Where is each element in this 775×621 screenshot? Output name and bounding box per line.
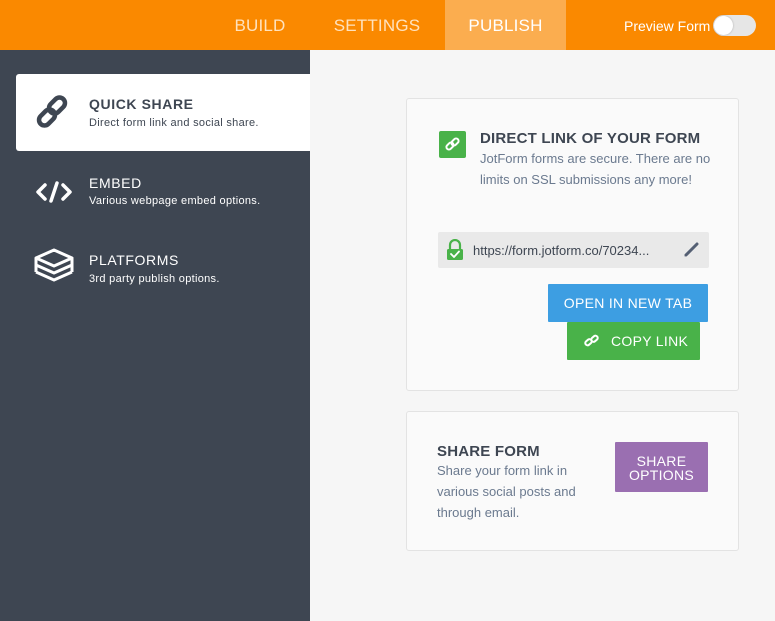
sidebar-item-description: Various webpage embed options.	[89, 195, 261, 207]
sidebar-item-platforms[interactable]: PLATFORMS 3rd party publish options.	[16, 234, 310, 311]
layers-icon	[34, 248, 74, 282]
sidebar-item-title: EMBED	[89, 175, 142, 191]
copy-link-button[interactable]: COPY LINK	[567, 322, 700, 360]
chain-link-icon	[439, 131, 466, 158]
tab-publish[interactable]: PUBLISH	[445, 0, 566, 50]
open-in-new-tab-button[interactable]: OPEN IN NEW TAB	[548, 284, 708, 322]
direct-link-heading: DIRECT LINK OF YOUR FORM	[480, 130, 701, 147]
sidebar-item-title: QUICK SHARE	[89, 96, 194, 112]
link-icon	[36, 95, 68, 128]
sidebar: QUICK SHARE Direct form link and social …	[0, 50, 310, 621]
share-options-button[interactable]: SHARE OPTIONS	[615, 442, 708, 492]
share-form-card: SHARE FORM Share your form link in vario…	[406, 411, 739, 551]
preview-form-toggle[interactable]	[713, 15, 756, 36]
preview-form-label: Preview Form	[624, 18, 711, 34]
top-bar: BUILD SETTINGS PUBLISH Preview Form	[0, 0, 775, 50]
sidebar-item-title: PLATFORMS	[89, 252, 179, 268]
direct-link-description: JotForm forms are secure. There are no l…	[480, 151, 711, 187]
form-url-text: https://form.jotform.co/70234...	[473, 243, 650, 258]
sidebar-item-description: 3rd party publish options.	[89, 273, 220, 285]
tab-settings[interactable]: SETTINGS	[325, 0, 429, 50]
direct-link-card: DIRECT LINK OF YOUR FORM JotForm forms a…	[406, 98, 739, 391]
toggle-knob	[714, 16, 733, 35]
share-form-description: Share your form link in various social p…	[437, 463, 576, 520]
copy-link-label: COPY LINK	[611, 333, 689, 349]
form-url-field[interactable]: https://form.jotform.co/70234...	[438, 232, 709, 268]
sidebar-item-embed[interactable]: EMBED Various webpage embed options.	[16, 158, 310, 235]
tab-build[interactable]: BUILD	[222, 0, 298, 50]
lock-icon	[447, 239, 463, 260]
chain-link-icon	[584, 334, 599, 347]
sidebar-item-description: Direct form link and social share.	[89, 117, 259, 129]
pencil-icon[interactable]	[683, 240, 701, 258]
share-form-heading: SHARE FORM	[437, 443, 540, 460]
sidebar-item-quick-share[interactable]: QUICK SHARE Direct form link and social …	[16, 74, 310, 151]
code-icon	[36, 181, 72, 203]
